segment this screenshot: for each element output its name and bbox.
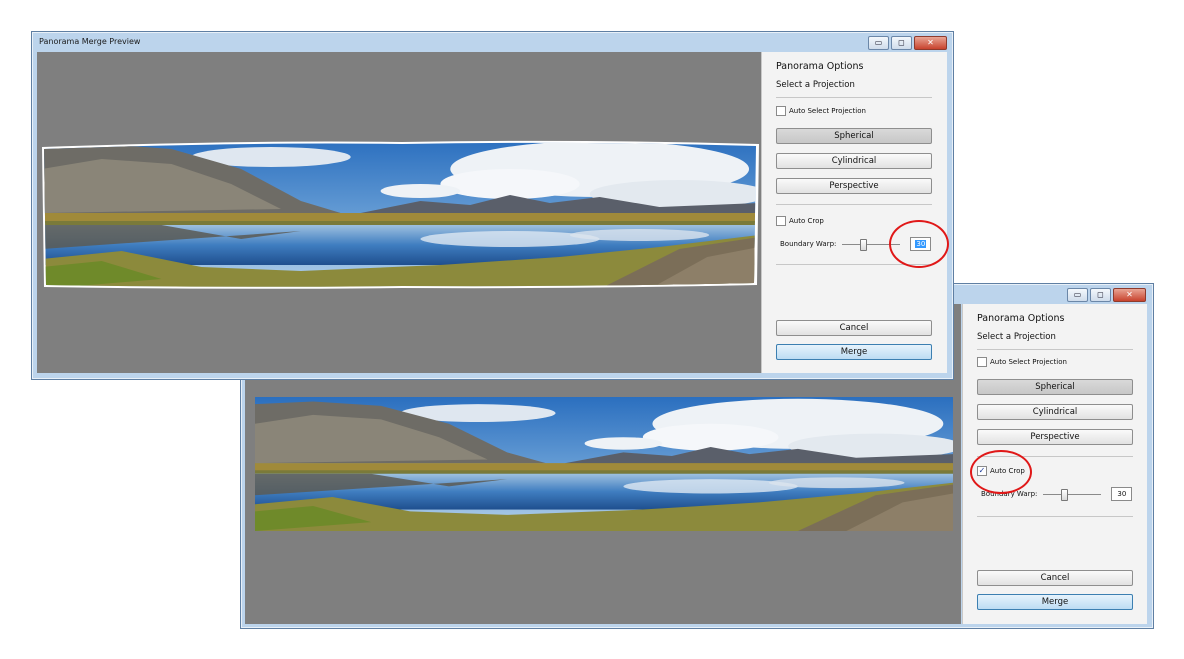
divider <box>977 349 1133 350</box>
auto-select-projection-checkbox[interactable]: Auto Select Projection <box>977 357 1067 367</box>
spherical-button[interactable]: Spherical <box>776 128 932 144</box>
boundary-warp-slider[interactable] <box>1043 488 1101 500</box>
panorama-merge-window-front: Panorama Merge Preview ▭ ◻ ✕ Panorama Op… <box>31 31 954 380</box>
minimize-icon[interactable]: ▭ <box>868 36 889 50</box>
slider-thumb[interactable] <box>860 239 867 251</box>
checkbox-label: Auto Select Projection <box>990 358 1067 366</box>
merge-button[interactable]: Merge <box>977 594 1133 610</box>
auto-select-projection-checkbox[interactable]: Auto Select Projection <box>776 106 866 116</box>
title-bar[interactable]: Panorama Merge Preview ▭ ◻ ✕ <box>32 32 953 51</box>
projection-label: Select a Projection <box>776 80 855 90</box>
preview-canvas <box>37 52 761 373</box>
cancel-button[interactable]: Cancel <box>776 320 932 336</box>
slider-thumb[interactable] <box>1061 489 1068 501</box>
divider <box>776 97 932 98</box>
highlight-circle-boundary-warp <box>889 220 949 268</box>
window-controls: ▭ ◻ ✕ <box>868 36 947 50</box>
panorama-preview-image <box>255 397 953 531</box>
checkbox-box[interactable] <box>776 106 786 116</box>
cylindrical-button[interactable]: Cylindrical <box>977 404 1133 420</box>
cylindrical-button[interactable]: Cylindrical <box>776 153 932 169</box>
boundary-warp-input[interactable]: 30 <box>1111 487 1132 501</box>
checkbox-box[interactable] <box>977 357 987 367</box>
slider-track <box>1043 494 1101 495</box>
close-icon[interactable]: ✕ <box>1113 288 1146 302</box>
window-title: Panorama Merge Preview <box>39 37 140 46</box>
auto-crop-checkbox[interactable]: Auto Crop <box>776 216 824 226</box>
panel-title: Panorama Options <box>776 61 863 72</box>
checkbox-label: Auto Crop <box>789 217 824 225</box>
checkbox-box[interactable] <box>776 216 786 226</box>
perspective-button[interactable]: Perspective <box>776 178 932 194</box>
spherical-button[interactable]: Spherical <box>977 379 1133 395</box>
merge-button[interactable]: Merge <box>776 344 932 360</box>
projection-label: Select a Projection <box>977 332 1056 342</box>
close-icon[interactable]: ✕ <box>914 36 947 50</box>
checkbox-label: Auto Select Projection <box>789 107 866 115</box>
panorama-options-panel: Panorama Options Select a Projection Aut… <box>761 52 947 373</box>
minimize-icon[interactable]: ▭ <box>1067 288 1088 302</box>
maximize-icon[interactable]: ◻ <box>1090 288 1111 302</box>
perspective-button[interactable]: Perspective <box>977 429 1133 445</box>
highlight-circle-auto-crop <box>970 450 1032 494</box>
divider <box>977 516 1133 517</box>
window-controls: ▭ ◻ ✕ <box>1067 288 1146 302</box>
panel-title: Panorama Options <box>977 313 1064 324</box>
cancel-button[interactable]: Cancel <box>977 570 1133 586</box>
boundary-warp-label: Boundary Warp: <box>780 240 836 248</box>
panorama-preview-image <box>42 139 759 289</box>
maximize-icon[interactable]: ◻ <box>891 36 912 50</box>
divider <box>776 204 932 205</box>
